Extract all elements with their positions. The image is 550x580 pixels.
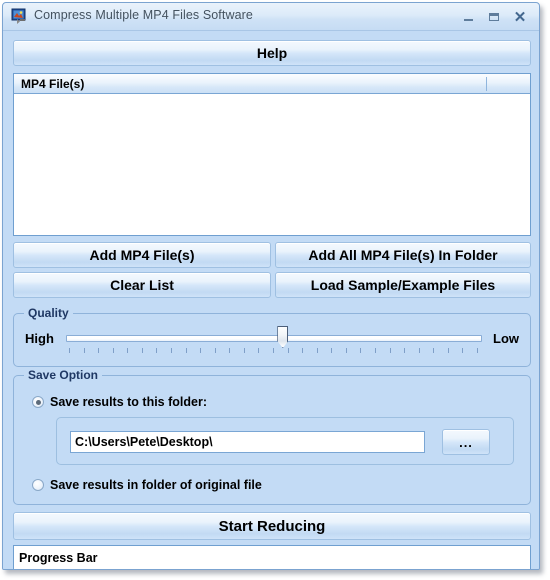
slider-tick	[433, 348, 435, 353]
slider-tick	[185, 348, 187, 353]
window-controls: ✕	[455, 3, 533, 30]
slider-tick	[447, 348, 449, 353]
maximize-button[interactable]	[481, 6, 507, 28]
slider-tick	[418, 348, 420, 353]
help-button[interactable]: Help	[13, 40, 531, 66]
slider-tick	[389, 348, 391, 353]
slider-tick	[112, 348, 114, 353]
slider-tick	[404, 348, 406, 353]
column-header-mp4-files: MP4 File(s)	[21, 77, 85, 91]
folder-path-panel: ...	[56, 417, 514, 465]
close-button[interactable]: ✕	[507, 6, 533, 28]
quality-slider-thumb[interactable]	[277, 326, 289, 348]
clear-list-button[interactable]: Clear List	[13, 272, 271, 298]
slider-tick	[462, 348, 464, 353]
quality-slider[interactable]	[66, 322, 482, 362]
file-list-header: MP4 File(s)	[14, 74, 530, 94]
quality-low-label: Low	[493, 331, 519, 346]
file-list[interactable]: MP4 File(s)	[13, 73, 531, 236]
radio-save-to-folder[interactable]: Save results to this folder:	[32, 395, 207, 409]
app-window: Compress Multiple MP4 Files Software ✕ H…	[2, 2, 540, 570]
load-sample-files-button[interactable]: Load Sample/Example Files	[275, 272, 531, 298]
slider-tick	[69, 348, 70, 353]
slider-tick	[141, 348, 143, 353]
slider-tick	[331, 348, 333, 353]
slider-tick	[156, 348, 158, 353]
slider-tick	[345, 348, 347, 353]
quality-high-label: High	[25, 331, 54, 346]
folder-path-input[interactable]	[70, 431, 425, 453]
browse-folder-button[interactable]: ...	[442, 429, 490, 455]
slider-tick	[302, 348, 304, 353]
minimize-button[interactable]	[455, 6, 481, 28]
slider-tick	[287, 348, 289, 353]
slider-tick	[258, 348, 260, 353]
save-option-group-title: Save Option	[24, 368, 103, 382]
client-area: Help MP4 File(s) Add MP4 File(s) Add All…	[3, 31, 539, 569]
app-icon	[11, 8, 28, 25]
quality-group: Quality High Low	[13, 306, 531, 367]
quality-slider-ticks	[66, 348, 482, 354]
quality-group-title: Quality	[24, 306, 73, 320]
file-list-body[interactable]	[14, 94, 530, 235]
radio-save-to-folder-indicator[interactable]	[32, 396, 44, 408]
slider-tick	[83, 348, 85, 353]
radio-save-in-original-folder[interactable]: Save results in folder of original file	[32, 478, 262, 492]
slider-tick	[477, 348, 478, 353]
radio-save-in-original-folder-label: Save results in folder of original file	[50, 478, 262, 492]
save-option-group: Save Option Save results to this folder:…	[13, 368, 531, 505]
slider-tick	[243, 348, 245, 353]
add-mp4-files-button[interactable]: Add MP4 File(s)	[13, 242, 271, 268]
slider-tick	[360, 348, 362, 353]
quality-slider-track[interactable]	[66, 335, 482, 342]
title-bar: Compress Multiple MP4 Files Software ✕	[3, 3, 539, 31]
slider-tick	[200, 348, 202, 353]
slider-tick	[171, 348, 172, 353]
window-title: Compress Multiple MP4 Files Software	[34, 8, 253, 22]
radio-save-in-original-folder-indicator[interactable]	[32, 479, 44, 491]
slider-tick	[214, 348, 216, 353]
radio-save-to-folder-label: Save results to this folder:	[50, 395, 207, 409]
progress-bar-label: Progress Bar	[19, 551, 98, 565]
column-divider[interactable]	[486, 77, 487, 91]
slider-tick	[375, 348, 376, 353]
slider-tick	[98, 348, 100, 353]
start-reducing-button[interactable]: Start Reducing	[13, 512, 531, 540]
progress-bar: Progress Bar	[13, 545, 531, 569]
slider-tick	[127, 348, 129, 353]
slider-tick	[229, 348, 231, 353]
slider-tick	[316, 348, 318, 353]
slider-tick	[273, 348, 274, 353]
add-all-mp4-files-in-folder-button[interactable]: Add All MP4 File(s) In Folder	[275, 242, 531, 268]
